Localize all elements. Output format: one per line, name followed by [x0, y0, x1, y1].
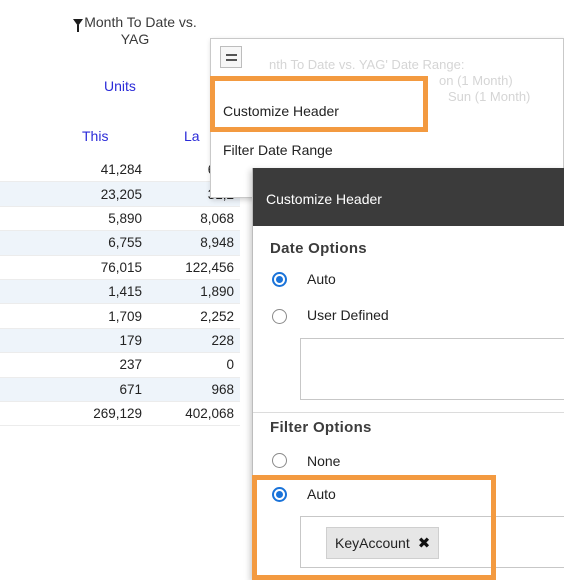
- cell-this: 269,129: [93, 406, 142, 422]
- cell-this: 41,284: [100, 162, 142, 178]
- units-label: Units: [104, 78, 136, 94]
- filter-tag: KeyAccount ✖: [326, 527, 440, 559]
- cell-last: 8,948: [200, 235, 234, 251]
- tooltip-line: on (1 Month): [439, 73, 513, 88]
- customize-header-dialog: Customize Header Date Options Auto User …: [252, 168, 564, 580]
- column-header-last[interactable]: La: [184, 128, 200, 144]
- date-options-title: Date Options: [270, 240, 367, 257]
- filter-none-label[interactable]: None: [307, 453, 340, 469]
- date-auto-label[interactable]: Auto: [307, 271, 336, 287]
- column-group-header[interactable]: Month To Date vs. YAG: [60, 14, 210, 48]
- cell-this: 23,205: [100, 186, 142, 202]
- date-user-defined-radio[interactable]: [272, 309, 287, 324]
- table-row: 41,28460,0: [0, 158, 240, 183]
- table-row: 5,890 8,068: [0, 207, 240, 232]
- cell-last: 8,068: [200, 210, 234, 226]
- table-row: 1,415 1,890: [0, 279, 240, 305]
- menu-item-filter-date-range[interactable]: Filter Date Range: [223, 142, 333, 158]
- filter-icon: [73, 19, 84, 32]
- cell-this: 6,755: [108, 235, 142, 251]
- cell-last: 968: [211, 381, 234, 397]
- cell-last: 1,890: [200, 284, 234, 300]
- table-row: 23,20531,2: [0, 182, 240, 207]
- table-row: 1,709 2,252: [0, 304, 240, 329]
- filter-none-radio[interactable]: [272, 453, 287, 468]
- table-row: 6,755 8,948: [0, 231, 240, 256]
- cell-this: 237: [119, 357, 142, 373]
- cell-this: 76,015: [100, 259, 142, 275]
- table-row: 269,129 402,068: [0, 402, 240, 427]
- filter-auto-label[interactable]: Auto: [307, 486, 336, 502]
- tooltip-line: nth To Date vs. YAG' Date Range:: [269, 57, 465, 72]
- header-tooltip-ghost: nth To Date vs. YAG' Date Range: on (1 M…: [261, 57, 530, 105]
- cell-last: 402,068: [185, 406, 234, 422]
- cell-this: 1,415: [108, 284, 142, 300]
- table-row: 237 0: [0, 353, 240, 378]
- cell-this: 179: [119, 332, 142, 348]
- cell-last: 0: [226, 357, 234, 373]
- column-header-this[interactable]: This: [82, 128, 108, 144]
- filter-tags-field[interactable]: KeyAccount ✖: [300, 516, 564, 568]
- date-range-field[interactable]: [300, 338, 564, 400]
- cell-last: 228: [211, 332, 234, 348]
- grid-body: 41,28460,0 23,20531,2 5,890 8,068 6,755 8,…: [0, 158, 240, 427]
- filter-tag-label: KeyAccount: [335, 535, 410, 551]
- filter-auto-radio[interactable]: [272, 487, 287, 502]
- cell-last: 2,252: [200, 308, 234, 324]
- table-row: 671 968: [0, 377, 240, 402]
- menu-item-customize-header[interactable]: Customize Header: [223, 103, 339, 119]
- table-row: 76,015 122,456: [0, 256, 240, 280]
- cell-this: 5,890: [108, 210, 142, 226]
- filter-options-title: Filter Options: [270, 419, 372, 436]
- section-divider: [253, 412, 564, 413]
- table-row: 179 228: [0, 328, 240, 354]
- grid-header: Month To Date vs. YAG Units This La: [0, 0, 240, 160]
- cell-last: 122,456: [185, 259, 234, 275]
- cell-this: 1,709: [108, 308, 142, 324]
- date-auto-radio[interactable]: [272, 272, 287, 287]
- cell-this: 671: [119, 381, 142, 397]
- dialog-title: Customize Header: [253, 168, 564, 226]
- date-user-defined-label[interactable]: User Defined: [307, 307, 389, 323]
- column-group-title: Month To Date vs. YAG: [84, 14, 197, 47]
- hamburger-menu-icon[interactable]: [220, 46, 242, 68]
- remove-tag-icon[interactable]: ✖: [418, 534, 431, 552]
